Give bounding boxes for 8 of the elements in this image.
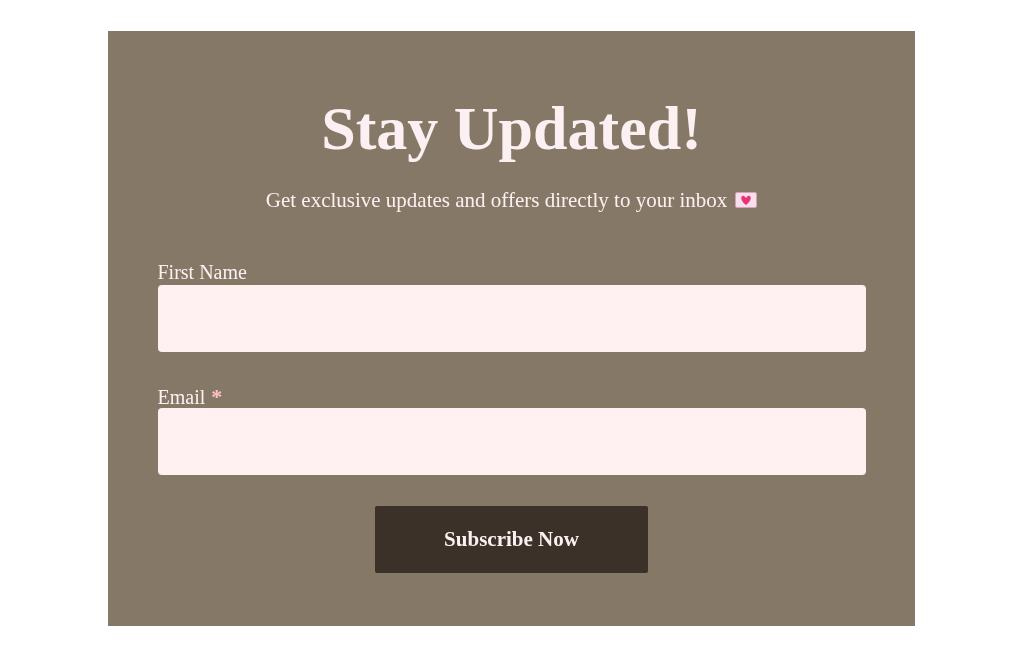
form-title: Stay Updated! xyxy=(321,93,702,163)
text-field[interactable] xyxy=(157,408,866,475)
subscribe-button[interactable]: Subscribe Now xyxy=(375,506,648,573)
required-mark: * xyxy=(211,383,223,411)
text-field[interactable] xyxy=(157,285,866,352)
field-label: First Name xyxy=(157,260,247,285)
field-label: Email xyxy=(157,385,206,410)
form-subtitle: Get exclusive updates and offers directly to your inbox xyxy=(265,187,728,213)
